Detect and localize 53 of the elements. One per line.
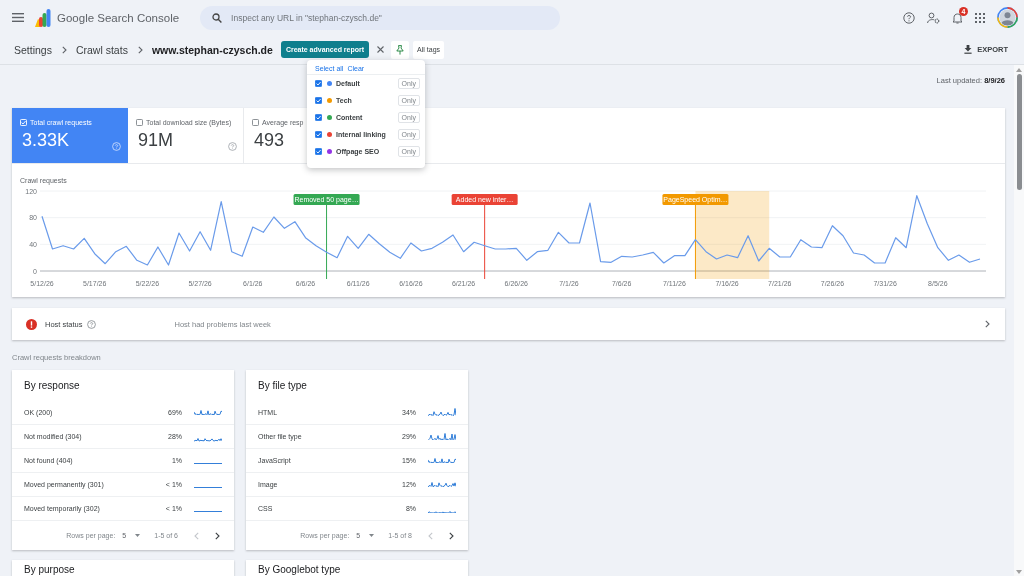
close-icon[interactable]: [377, 46, 385, 53]
breadcrumb-link[interactable]: Settings: [14, 43, 52, 56]
checkbox[interactable]: [315, 148, 322, 155]
breadcrumb-link[interactable]: Crawl stats: [75, 43, 128, 56]
person-gear-icon[interactable]: [927, 11, 940, 24]
chevron-icon: [61, 45, 67, 54]
checkbox[interactable]: [136, 119, 143, 126]
sparkline: [428, 432, 456, 441]
sparkline: [194, 487, 222, 489]
scrollbar-thumb[interactable]: [1016, 74, 1022, 190]
sparkline: [428, 408, 456, 417]
checkbox[interactable]: [252, 119, 259, 126]
metric-value: 493: [254, 129, 285, 151]
caret-icon: [369, 534, 375, 537]
help-icon[interactable]: [903, 11, 915, 24]
breadcrumb-link[interactable]: www.stephan-czysch.de: [151, 43, 273, 56]
chart-logo-icon: [35, 8, 51, 27]
metric-value: 91M: [138, 129, 173, 151]
apps-icon[interactable]: [975, 12, 985, 23]
caret-icon: [135, 534, 141, 537]
search-field[interactable]: Inspect any URL in "stephan-czysch.de": [200, 5, 561, 30]
chevron-right-icon[interactable]: [985, 320, 990, 328]
chevron-icon: [137, 45, 143, 54]
checkbox[interactable]: [315, 80, 322, 87]
card-title: By response: [23, 379, 81, 393]
checkbox[interactable]: [315, 131, 322, 138]
error-icon: [26, 318, 37, 330]
pin-icon: [396, 44, 405, 55]
sparkline: [428, 481, 456, 488]
metric-value: 3.33K: [22, 129, 70, 151]
menu-icon[interactable]: [12, 13, 24, 22]
app-title: Google Search Console: [57, 11, 180, 24]
scrollbar[interactable]: [1014, 65, 1024, 576]
search-icon: [212, 12, 223, 23]
avatar-icon[interactable]: [997, 7, 1018, 28]
checkbox[interactable]: [315, 97, 322, 104]
scroll-down-icon[interactable]: [1016, 570, 1022, 574]
chevron-right-icon[interactable]: [449, 531, 454, 540]
sparkline: [194, 511, 222, 513]
sparkline: [194, 438, 222, 442]
card-title: By Googlebot type: [257, 563, 342, 576]
sparkline: [194, 409, 222, 416]
sparkline: [428, 510, 456, 514]
chevron-right-icon[interactable]: [215, 531, 220, 540]
download-icon: [964, 45, 973, 54]
sparkline: [194, 463, 222, 465]
pin-button[interactable]: [391, 40, 410, 59]
card-title: By file type: [257, 379, 308, 393]
checkbox[interactable]: [315, 114, 322, 121]
sparkline: [428, 457, 456, 464]
scroll-up-icon[interactable]: [1016, 68, 1022, 72]
card-title: By purpose: [23, 563, 76, 576]
bell-icon[interactable]: [952, 11, 963, 24]
